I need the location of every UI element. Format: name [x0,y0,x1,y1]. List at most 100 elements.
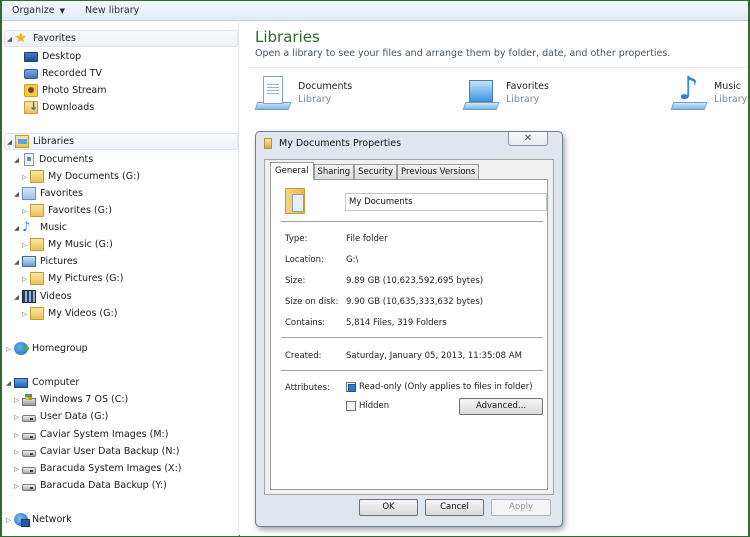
photo-stream-icon [24,84,38,97]
hard-drive-icon [22,449,36,457]
nav-drive-n[interactable]: ▷ Caviar User Data Backup (N:) [12,443,179,460]
expand-icon[interactable]: ▷ [12,396,21,404]
nav-my-documents[interactable]: ▷ My Documents (G:) [20,168,140,185]
downloads-icon [24,100,38,114]
nav-photo-stream[interactable]: Photo Stream [14,82,107,99]
nav-pictures[interactable]: ◢ Pictures [12,253,78,270]
expand-icon[interactable]: ▷ [20,207,29,215]
library-tile-documents[interactable]: Documents Library [254,74,352,112]
collapse-icon[interactable]: ◢ [12,190,21,198]
new-library-button[interactable]: New library [75,2,149,20]
nav-drive-g[interactable]: ▷ User Data (G:) [12,408,108,425]
nav-videos[interactable]: ◢ Videos [12,288,72,305]
nav-label: Photo Stream [42,85,107,96]
collapse-icon[interactable]: ◢ [12,156,21,164]
library-name: Documents [298,81,353,92]
library-tile-favorites[interactable]: Favorites Library [462,74,549,112]
nav-documents[interactable]: ◢ Documents [12,151,93,168]
nav-network[interactable]: ▷ Network [4,511,72,528]
library-tile-music[interactable]: ♪ Music Library [670,70,747,112]
collapse-icon[interactable]: ◢ [5,138,14,146]
nav-label: My Music (G:) [48,239,113,250]
folder-name-input[interactable]: My Documents [345,193,547,211]
divider [281,337,543,338]
tab-sharing[interactable]: Sharing [313,164,355,179]
expand-icon[interactable]: ▷ [12,431,21,439]
nav-label: Music [40,222,68,233]
nav-drive-c[interactable]: ▷ Windows 7 OS (C:) [12,391,128,408]
organize-label: Organize [12,5,55,16]
tab-general[interactable]: General [270,162,314,180]
desktop-icon [24,52,38,62]
favorites-library-icon [22,187,36,200]
nav-music[interactable]: ◢ ♪ Music [12,219,67,236]
readonly-checkbox[interactable]: Read-only (Only applies to files in fold… [346,382,533,392]
divider [248,67,748,68]
expand-icon[interactable]: ▷ [12,465,21,473]
hidden-checkbox[interactable]: Hidden [346,401,389,411]
ok-button[interactable]: OK [359,499,418,516]
nav-label: Pictures [40,256,78,267]
library-kind: Library [506,94,540,105]
nav-drive-x[interactable]: ▷ Baracuda System Images (X:) [12,460,181,477]
nav-label: Baracuda Data Backup (Y:) [40,480,167,491]
computer-icon [14,377,28,388]
chevron-down-icon: ▼ [59,6,65,15]
expand-icon[interactable]: ▷ [20,310,29,318]
tab-security[interactable]: Security [354,164,398,179]
nav-homegroup[interactable]: ▷ Homegroup [4,340,88,357]
nav-favorites-g[interactable]: ▷ Favorites (G:) [20,202,112,219]
apply-button[interactable]: Apply [491,499,551,516]
expand-icon[interactable]: ▷ [20,241,29,249]
expand-icon[interactable]: ▷ [12,482,21,490]
expand-icon[interactable]: ▷ [20,173,29,181]
close-icon: ✕ [523,133,533,144]
expand-icon[interactable]: ▷ [20,275,29,283]
nav-my-music[interactable]: ▷ My Music (G:) [20,236,113,253]
nav-libraries[interactable]: ◢ Libraries [4,133,238,150]
type-value: File folder [346,234,388,244]
nav-recorded-tv[interactable]: Recorded TV [14,65,102,82]
nav-my-videos[interactable]: ▷ My Videos (G:) [20,305,117,322]
nav-computer[interactable]: ◢ Computer [4,374,79,391]
expand-icon[interactable]: ▷ [4,516,13,524]
expand-icon[interactable]: ▷ [12,413,21,421]
nav-drive-y[interactable]: ▷ Baracuda Data Backup (Y:) [12,477,167,494]
network-icon [14,513,30,527]
cancel-button[interactable]: Cancel [425,499,484,516]
organize-button[interactable]: Organize ▼ [2,2,75,20]
page-subtitle: Open a library to see your files and arr… [255,48,671,59]
collapse-icon[interactable]: ◢ [12,224,21,232]
music-icon: ♪ [22,220,31,235]
general-tab-panel: My Documents Type: File folder Location:… [270,179,548,490]
close-button[interactable]: ✕ [508,132,548,146]
collapse-icon[interactable]: ◢ [12,258,21,266]
favorites-folder-icon [30,204,44,217]
expand-icon[interactable]: ▷ [12,448,21,456]
dialog-title: My Documents Properties [279,137,402,149]
created-label: Created: [285,351,322,361]
properties-dialog: My Documents Properties ✕ General Sharin… [255,131,563,527]
expand-icon[interactable]: ▷ [4,345,13,353]
contains-label: Contains: [285,318,326,328]
nav-favorites-library[interactable]: ◢ Favorites [12,185,83,202]
tab-previous-versions[interactable]: Previous Versions [397,164,480,179]
collapse-icon[interactable]: ◢ [12,293,21,301]
size-on-disk-value: 9.90 GB (10,635,333,632 bytes) [346,297,484,307]
tab-strip: General Sharing Security Previous Versio… [270,162,480,180]
nav-favorites[interactable]: ◢ ★ Favorites [4,30,238,47]
nav-downloads[interactable]: Downloads [14,99,94,116]
created-value: Saturday, January 05, 2013, 11:35:08 AM [346,351,522,361]
explorer-window: Organize ▼ New library ◢ ★ Favorites Des… [0,0,750,537]
advanced-button[interactable]: Advanced... [459,398,543,415]
documents-library-icon [254,74,292,112]
hidden-label: Hidden [359,401,390,411]
nav-drive-m[interactable]: ▷ Caviar System Images (M:) [12,426,168,443]
nav-desktop[interactable]: Desktop [14,48,81,65]
library-kind: Library [298,94,332,105]
collapse-icon[interactable]: ◢ [4,379,13,387]
collapse-icon[interactable]: ◢ [5,35,14,43]
nav-label: Caviar System Images (M:) [40,429,169,440]
star-icon: ★ [15,31,27,46]
nav-my-pictures[interactable]: ▷ My Pictures (G:) [20,270,123,287]
